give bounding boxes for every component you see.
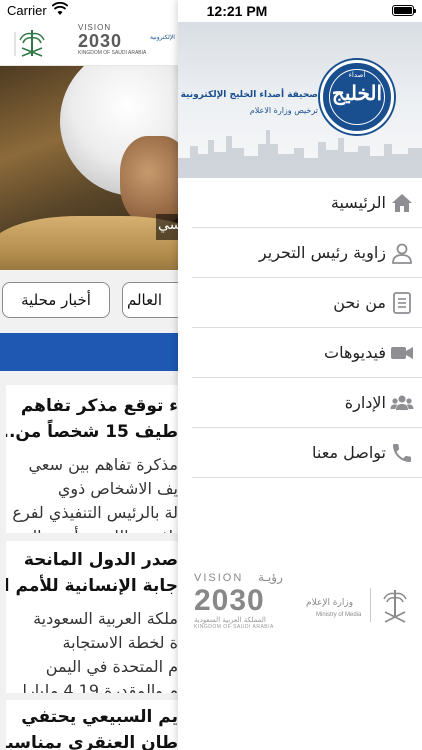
news-title: طان العنقري بمناسبة... [6, 733, 178, 750]
news-excerpt: يف الاشخاص ذوي [57, 479, 178, 498]
skyline-image [178, 130, 422, 178]
menu-item-home[interactable]: الرئيسية [178, 178, 422, 228]
brand-title: صحيفة أصداء الخليج الإلكترونية [180, 90, 318, 100]
news-excerpt: لة بالرئيس التنفيذي لفرع [12, 503, 178, 522]
vision-arabic: رؤيـة [258, 570, 283, 584]
menu-item-label: تواصل معنا [312, 443, 386, 462]
home-icon [392, 194, 412, 212]
menu-item-label: من نحن [333, 293, 386, 312]
news-title: صدر الدول المانحة [23, 550, 178, 570]
drawer-banner: أصداء الخليج صحيفة أصداء الخليج الإلكترو… [178, 22, 422, 178]
kingdom-english: KINGDOM OF SAUDI ARABIA [194, 624, 274, 630]
news-card[interactable]: ء توقع مذكر تفاهم طيف 15 شخصاً من... مذك… [6, 385, 178, 533]
ministry-english: Ministry of Media [316, 612, 362, 618]
news-title: ء توقع مذكر تفاهم [20, 396, 178, 416]
news-excerpt: مذكرة تفاهم بين سعي [28, 455, 178, 474]
menu-item-editor-corner[interactable]: زاوية رئيس التحرير [178, 228, 422, 278]
newspaper-logo: أصداء الخليج [320, 60, 394, 134]
news-excerpt: م المتحدة في اليمن [45, 657, 178, 676]
menu-item-contact[interactable]: تواصل معنا [178, 428, 422, 478]
document-icon [393, 292, 411, 314]
background-header: VISION 2030 KINGDOM OF SAUDI ARABIA الإل… [0, 22, 178, 66]
logo-top-text: أصداء [348, 71, 366, 79]
vision-word: VISION [194, 572, 244, 584]
vision-2030-logo: VISION 2030 KINGDOM OF SAUDI ARABIA [78, 23, 146, 56]
phone-icon [393, 444, 411, 462]
menu-item-about[interactable]: من نحن [178, 278, 422, 328]
news-excerpt: ملكة العربية السعودية [33, 609, 178, 628]
vision-year: 2030 [194, 584, 265, 617]
vision-kingdom: KINGDOM OF SAUDI ARABIA [78, 50, 147, 56]
news-title: يم السبيعي يحتفي [21, 707, 178, 727]
footer-divider [370, 588, 371, 622]
background-app: Carrier VISION 2030 KINGDOM OF SAUDI ARA… [0, 0, 178, 750]
tab-world[interactable]: العالم [122, 282, 178, 318]
menu-divider [192, 477, 422, 478]
carrier-label: Carrier [7, 3, 47, 18]
news-excerpt: م والمقدرة 4.19 مليارا... [7, 681, 178, 693]
news-title: طيف 15 شخصاً من... [6, 422, 178, 442]
brand-license: ترخيص وزارة الاعلام [249, 106, 318, 115]
background-status-bar: Carrier [0, 0, 178, 22]
category-tabs: أخبار محلية العالم [0, 280, 178, 320]
saudi-emblem-icon [383, 590, 407, 623]
hero-slider[interactable]: سي [0, 66, 178, 270]
status-bar: 12:21 PM [178, 0, 422, 22]
user-icon [392, 243, 412, 264]
menu-item-videos[interactable]: فيديوهات [178, 328, 422, 378]
ministry-arabic: وزارة الإعلام [306, 598, 354, 608]
team-icon [390, 395, 414, 410]
news-excerpt: ة لخطة الاستجابة [62, 633, 179, 652]
battery-fill [394, 7, 412, 14]
menu-item-label: الإدارة [344, 393, 386, 412]
tab-local-news[interactable]: أخبار محلية [2, 282, 110, 318]
kingdom-arabic: المملكة العربية السعودية [194, 616, 266, 624]
hero-caption: سي [156, 214, 178, 240]
menu-item-label: الرئيسية [330, 193, 386, 212]
news-excerpt: تاذ عبد الله بن أحمد ال... [6, 525, 178, 533]
header-small-text: الإلكترونية [150, 34, 175, 41]
logo-main-text: الخليج [331, 81, 383, 105]
ministry-emblem-icon [14, 30, 45, 57]
battery-icon [392, 5, 416, 16]
menu-item-label: فيديوهات [324, 343, 386, 362]
news-card[interactable]: صدر الدول المانحة جابة الإنسانية للأمم ا… [6, 541, 178, 693]
vision-year: 2030 [78, 31, 123, 51]
side-drawer: 12:21 PM أصداء الخليج صحيفة أصداء الخليج… [178, 0, 422, 750]
news-card[interactable]: يم السبيعي يحتفي طان العنقري بمناسبة... [6, 700, 178, 750]
news-title: جابة الإنسانية للأمم ا... [6, 576, 178, 596]
status-time: 12:21 PM [206, 3, 268, 19]
vision-2030-footer: VISION رؤيـة 2030 المملكة العربية السعود… [178, 568, 422, 630]
video-icon [391, 347, 413, 359]
menu-item-label: زاوية رئيس التحرير [258, 243, 386, 262]
section-bar [0, 333, 178, 371]
menu-item-management[interactable]: الإدارة [178, 378, 422, 428]
wifi-icon [52, 2, 68, 15]
